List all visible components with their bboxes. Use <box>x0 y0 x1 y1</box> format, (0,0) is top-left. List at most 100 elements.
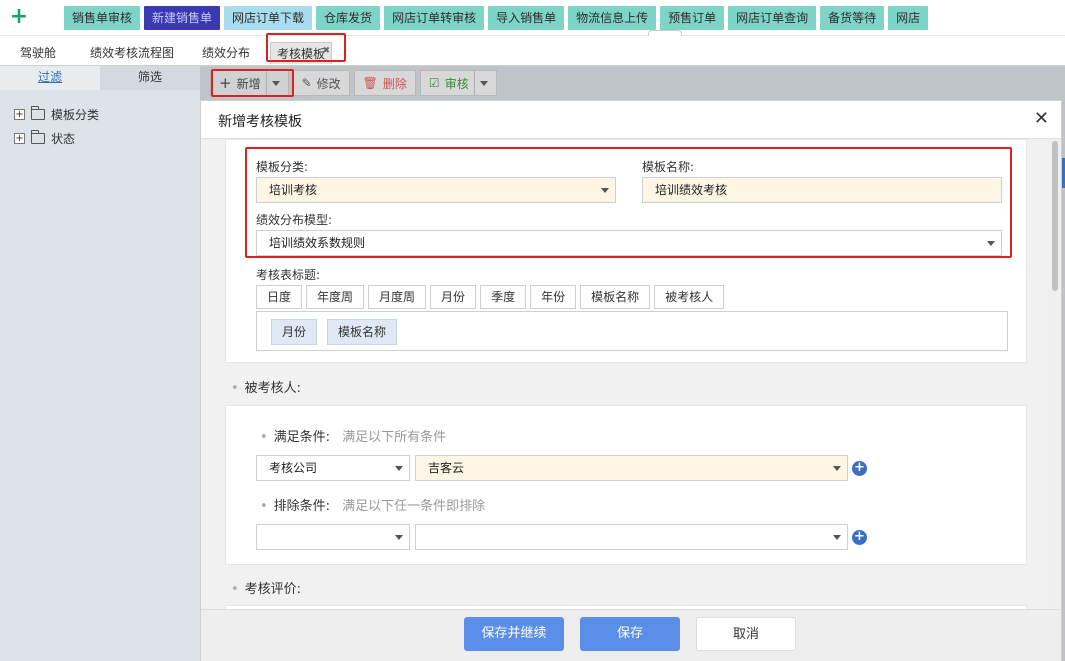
edit-button[interactable]: ✎ 修改 <box>292 70 350 96</box>
quick-btn-warehouse-ship[interactable]: 仓库发货 <box>316 6 381 30</box>
exclude-value-select[interactable] <box>415 524 848 550</box>
tab-assessment-template[interactable]: 考核模板 ✖ <box>270 40 333 64</box>
match-value-select[interactable]: 吉客云 <box>415 455 848 481</box>
dialog-scrollbar[interactable] <box>1049 139 1061 609</box>
expand-icon[interactable]: + <box>14 132 25 144</box>
token-month[interactable]: 月份 <box>430 285 477 309</box>
add-label: 新增 <box>236 76 261 91</box>
dialog-header: 新增考核模板 ✕ <box>201 101 1061 139</box>
tree-label: 模板分类 <box>51 107 100 122</box>
bullet-icon: • <box>260 499 268 514</box>
save-and-continue-button[interactable]: 保存并继续 <box>464 617 564 651</box>
close-tab-icon[interactable]: ✖ <box>322 40 330 62</box>
delete-label: 删除 <box>382 76 407 91</box>
add-dropdown[interactable] <box>265 71 280 95</box>
add-exclude-condition-icon[interactable]: + <box>852 530 867 545</box>
folder-icon <box>31 105 45 120</box>
tree-item-template-category[interactable]: + 模板分类 <box>14 102 200 126</box>
token-year[interactable]: 年份 <box>530 285 577 309</box>
toolbar: + 新增 ✎ 修改 🗑 删除 ☑ 审核 <box>210 70 497 98</box>
folder-icon <box>31 129 45 144</box>
bullet-icon: • <box>260 430 268 445</box>
exclude-field-select[interactable] <box>256 524 410 550</box>
quick-btn-store[interactable]: 网店 <box>888 6 929 30</box>
quick-btn-sales-audit[interactable]: 销售单审核 <box>64 6 141 30</box>
quick-btn-stock-wait[interactable]: 备货等待 <box>820 6 885 30</box>
token-quarter[interactable]: 季度 <box>480 285 527 309</box>
template-name-input[interactable]: 培训绩效考核 <box>642 177 1002 203</box>
token-template-name[interactable]: 模板名称 <box>580 285 651 309</box>
match-value: 吉客云 <box>428 461 465 475</box>
table-title-label: 考核表标题: <box>256 268 321 282</box>
assessee-section-title: • 被考核人: <box>231 377 301 396</box>
cancel-button[interactable]: 取消 <box>696 617 796 651</box>
title-token-bar: 日度 年度周 月度周 月份 季度 年份 模板名称 被考核人 <box>256 285 725 309</box>
audit-label: 审核 <box>444 76 469 91</box>
template-name-value: 培训绩效考核 <box>655 183 728 197</box>
edit-label: 修改 <box>316 76 341 91</box>
chevron-down-icon <box>395 535 403 540</box>
match-field-select[interactable]: 考核公司 <box>256 455 410 481</box>
category-tree: + 模板分类 + 状态 <box>0 90 200 150</box>
tab-screen[interactable]: 筛选 <box>100 66 200 90</box>
token-day[interactable]: 日度 <box>256 285 303 309</box>
template-name-label: 模板名称: <box>642 160 695 174</box>
quick-btn-order-download[interactable]: 网店订单下载 <box>224 6 313 30</box>
token-assessee[interactable]: 被考核人 <box>654 285 725 309</box>
scrollbar-thumb[interactable] <box>1052 141 1058 291</box>
quick-btn-presale[interactable]: 预售订单 <box>660 6 725 30</box>
assessee-card: • 满足条件: 满足以下所有条件 考核公司 吉客云 + • 排除条件: 满足以下任一条件… <box>225 405 1027 565</box>
template-category-label: 模板分类: <box>256 160 309 174</box>
exclude-hint: 满足以下任一条件即排除 <box>342 499 486 514</box>
token-month-week[interactable]: 月度周 <box>368 285 427 309</box>
quick-btn-order-query[interactable]: 网店订单查询 <box>728 6 817 30</box>
quick-btn-order-to-audit[interactable]: 网店订单转审核 <box>384 6 485 30</box>
token-year-week[interactable]: 年度周 <box>306 285 365 309</box>
distribution-model-value: 培训绩效系数规则 <box>269 236 366 250</box>
plus-icon: + <box>219 74 232 92</box>
bullet-icon: • <box>231 582 239 597</box>
quick-btn-import-sales[interactable]: 导入销售单 <box>488 6 565 30</box>
left-panel: 过滤 筛选 + 模板分类 + 状态 <box>0 66 200 661</box>
delete-button[interactable]: 🗑 删除 <box>353 70 416 96</box>
trash-icon: 🗑 <box>362 76 378 90</box>
dialog-body: 模板分类: 培训考核 模板名称: 培训绩效考核 绩效分布模型: 培训绩效系数规则… <box>201 139 1051 609</box>
assessee-label: 被考核人: <box>244 381 302 396</box>
audit-dropdown[interactable] <box>473 71 488 95</box>
dialog-footer: 保存并继续 保存 取消 <box>201 609 1061 661</box>
quick-btn-new-sales[interactable]: 新建销售单 <box>144 6 221 30</box>
match-hint: 满足以下所有条件 <box>342 430 447 445</box>
add-button[interactable]: + 新增 <box>210 70 289 96</box>
add-match-condition-icon[interactable]: + <box>852 461 867 476</box>
audit-button[interactable]: ☑ 审核 <box>419 70 497 96</box>
chevron-down-icon <box>479 80 488 86</box>
tab-cockpit[interactable]: 驾驶舱 <box>14 42 62 64</box>
tab-performance-flow[interactable]: 绩效考核流程图 <box>84 42 180 64</box>
match-condition-row: • 满足条件: 满足以下所有条件 <box>260 426 446 445</box>
close-icon[interactable]: ✕ <box>1034 108 1049 129</box>
expand-icon[interactable]: + <box>14 108 25 120</box>
template-category-value: 培训考核 <box>269 183 318 197</box>
evaluation-section-title: • 考核评价: <box>231 578 301 597</box>
distribution-model-select[interactable]: 培训绩效系数规则 <box>256 230 1002 256</box>
save-button[interactable]: 保存 <box>580 617 680 651</box>
template-category-select[interactable]: 培训考核 <box>256 177 616 203</box>
selected-token-template-name[interactable]: 模板名称 <box>327 319 398 345</box>
selected-token-month[interactable]: 月份 <box>271 319 318 345</box>
bullet-icon: • <box>231 381 239 396</box>
tab-filter[interactable]: 过滤 <box>0 66 100 90</box>
dialog-title: 新增考核模板 <box>218 114 302 130</box>
add-quick-action-icon[interactable]: + <box>9 5 29 29</box>
quick-btn-logistics-upload[interactable]: 物流信息上传 <box>568 6 657 30</box>
tab-performance-distribution[interactable]: 绩效分布 <box>196 42 256 64</box>
title-token-area[interactable]: 月份 模板名称 <box>256 311 1008 351</box>
distribution-model-label: 绩效分布模型: <box>256 213 333 227</box>
quick-buttons: 销售单审核 新建销售单 网店订单下载 仓库发货 网店订单转审核 导入销售单 物流… <box>64 6 929 30</box>
chevron-down-icon <box>271 80 280 86</box>
chevron-down-icon <box>395 466 403 471</box>
match-field-value: 考核公司 <box>269 461 318 475</box>
exclude-label: 排除条件: <box>273 499 331 514</box>
new-template-dialog: 新增考核模板 ✕ 模板分类: 培训考核 模板名称: 培训绩效考核 绩效分布模型:… <box>200 100 1062 661</box>
chevron-down-icon <box>601 188 609 193</box>
tree-item-status[interactable]: + 状态 <box>14 126 200 150</box>
